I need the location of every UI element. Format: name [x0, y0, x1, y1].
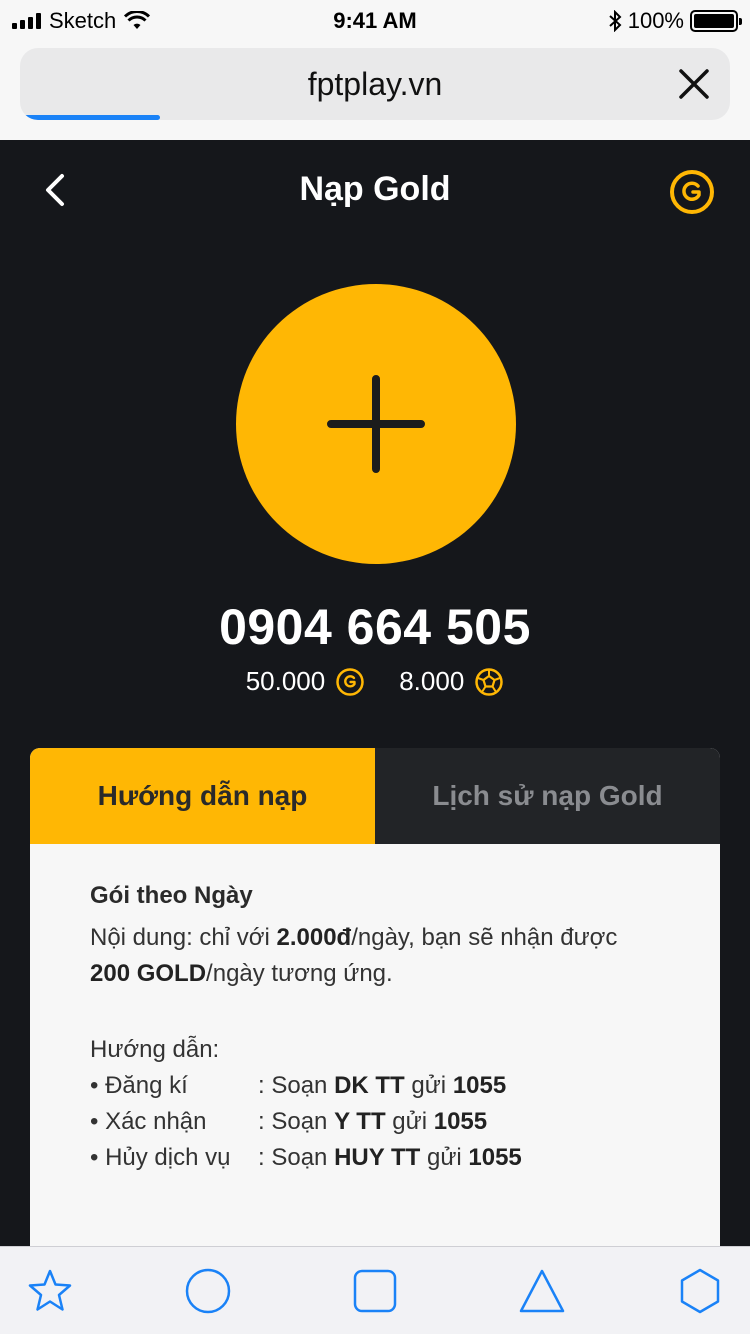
desc-price: 2.000đ [276, 924, 352, 951]
step-label: • Đăng kí [90, 1072, 188, 1099]
step-mid: gửi [385, 1108, 434, 1135]
desc-gold-amount: 200 GOLD [90, 960, 207, 987]
page-title: Nạp Gold [299, 170, 451, 208]
star-icon[interactable] [26, 1267, 74, 1315]
hexagon-icon[interactable] [676, 1267, 724, 1315]
balances: 50.000 8.000 [0, 666, 750, 697]
plus-icon [327, 375, 425, 473]
app-header: Nạp Gold [0, 140, 750, 240]
sms-number: 1055 [433, 1108, 488, 1135]
desc-mid: /ngày, bạn sẽ nhận được [351, 924, 618, 951]
status-bar: Sketch 9:41 AM 100% [0, 0, 750, 40]
tab-bar: Hướng dẫn nạp Lịch sử nạp Gold [30, 748, 720, 844]
gold-balance: 50.000 [246, 666, 366, 697]
battery-icon [690, 10, 742, 32]
phone-number: 0904 664 505 [219, 599, 531, 655]
sms-number: 1055 [468, 1144, 522, 1171]
battery-percent: 100% [627, 8, 684, 33]
desc-prefix: Nội dung: chỉ với [90, 924, 277, 951]
step-mid: gửi [420, 1144, 469, 1171]
step-sep: : Soạn [258, 1108, 335, 1135]
status-right: 100% [608, 8, 742, 34]
tab-topup-history[interactable]: Lịch sử nạp Gold [375, 748, 720, 844]
step-sep: : Soạn [258, 1072, 335, 1099]
sms-code: Y TT [334, 1108, 386, 1135]
step-mid: gửi [404, 1072, 453, 1099]
address-bar[interactable]: fptplay.vn [20, 48, 730, 120]
package-title: Gói theo Ngày [90, 882, 253, 909]
ball-balance-value: 8.000 [399, 666, 465, 696]
circle-icon[interactable] [184, 1267, 232, 1315]
gold-coin-icon [336, 667, 364, 696]
sms-code: HUY TT [334, 1144, 421, 1171]
bluetooth-icon [609, 10, 622, 32]
square-icon[interactable] [351, 1267, 399, 1315]
triangle-icon[interactable] [518, 1267, 566, 1315]
sms-number: 1055 [452, 1072, 507, 1099]
instructions-label: Hướng dẫn: [90, 1036, 220, 1063]
sms-code: DK TT [334, 1072, 405, 1099]
step-label: • Xác nhận [90, 1108, 207, 1135]
ball-balance: 8.000 [399, 666, 504, 697]
url-text[interactable]: fptplay.vn [20, 66, 730, 103]
bottom-toolbar [0, 1246, 750, 1334]
step-register: • Đăng kí : Soạn DK TT gửi 1055 [90, 1068, 660, 1104]
guide-content: Gói theo Ngày Nội dung: chỉ với 2.000đ/n… [30, 844, 720, 1210]
page-load-progress [24, 115, 160, 120]
soccer-ball-icon [475, 667, 504, 696]
desc-suffix: /ngày tương ứng. [206, 960, 393, 987]
gold-coin-icon[interactable] [668, 168, 716, 216]
gold-balance-value: 50.000 [245, 666, 326, 696]
topup-card: Hướng dẫn nạp Lịch sử nạp Gold Gói theo … [30, 748, 720, 1268]
step-label: • Hủy dịch vụ [90, 1144, 231, 1171]
close-icon[interactable] [676, 66, 712, 102]
step-sep: : Soạn [258, 1144, 335, 1171]
step-cancel: • Hủy dịch vụ : Soạn HUY TT gửi 1055 [90, 1140, 660, 1176]
add-gold-button[interactable] [236, 284, 516, 564]
package-description: Nội dung: chỉ với 2.000đ/ngày, bạn sẽ nh… [90, 920, 660, 992]
tab-topup-guide[interactable]: Hướng dẫn nạp [30, 748, 375, 844]
browser-bar: fptplay.vn [0, 40, 750, 140]
step-confirm: • Xác nhận : Soạn Y TT gửi 1055 [90, 1104, 660, 1140]
